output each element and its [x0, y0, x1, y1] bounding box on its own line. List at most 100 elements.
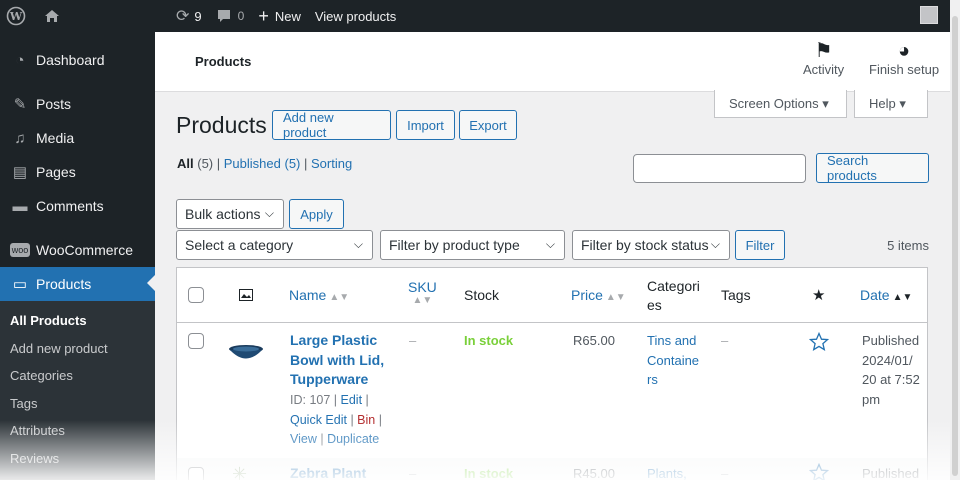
product-type-select[interactable]: Filter by product type ⌵: [380, 230, 565, 260]
sku-value: –: [409, 333, 417, 348]
help-toggle[interactable]: Help ▾: [854, 90, 928, 118]
submenu-reviews[interactable]: Reviews: [0, 445, 155, 473]
bowl-image: [229, 345, 263, 359]
updates-button[interactable]: ⟳ 9: [169, 0, 209, 32]
column-categories-line1: Categori: [647, 278, 700, 294]
column-categories-line2: es: [647, 297, 662, 313]
finish-setup-button[interactable]: ◕ Finish setup: [869, 40, 939, 77]
product-name[interactable]: Zebra Plant: [290, 464, 366, 480]
submenu-all-products[interactable]: All Products: [0, 307, 155, 335]
svg-text:W: W: [9, 10, 23, 23]
sidebar-item-label: Pages: [36, 164, 76, 180]
items-count: 5 items: [887, 238, 929, 253]
sidebar-item-products[interactable]: ▭ Products: [0, 267, 155, 301]
chevron-down-icon: ⌵: [710, 237, 720, 251]
sort-icon: ▲▼: [605, 292, 626, 303]
comment-icon: [217, 10, 230, 22]
submenu-categories[interactable]: Categories: [0, 362, 155, 390]
sort-icon: ▲▼: [329, 292, 350, 303]
sidebar-item-label: Comments: [36, 198, 104, 214]
row-actions: ID: 107 | Edit | Quick Edit | Bin | View…: [290, 393, 382, 446]
comments-count: 0: [237, 9, 245, 23]
submenu-tags[interactable]: Tags: [0, 390, 155, 418]
import-button[interactable]: Import: [396, 110, 455, 140]
edit-link[interactable]: Edit: [341, 393, 363, 407]
chevron-down-icon: ⌵: [353, 237, 363, 251]
product-name[interactable]: Large Plastic Bowl with Lid, Tupperware: [290, 331, 384, 390]
sidebar-item-dashboard[interactable]: ◔ Dashboard: [0, 43, 155, 77]
new-content-button[interactable]: + New: [251, 0, 308, 32]
column-sku-label: SKU: [408, 279, 437, 295]
category-link[interactable]: Tins and Containe rs: [647, 331, 699, 390]
featured-star-outline-icon[interactable]: [809, 463, 829, 480]
submenu-add-new-product[interactable]: Add new product: [0, 335, 155, 363]
pin-icon: ✎: [13, 96, 27, 113]
plus-icon: +: [258, 5, 269, 26]
row-checkbox[interactable]: [188, 467, 204, 480]
category-line: Tins and: [647, 333, 697, 348]
filter-published-link[interactable]: Published: [224, 156, 281, 171]
duplicate-link[interactable]: Duplicate: [327, 432, 379, 446]
column-categories: Categori es: [647, 277, 700, 315]
featured-star-outline-icon[interactable]: [809, 332, 829, 352]
column-date[interactable]: Date ▲▼: [860, 287, 912, 303]
bulk-actions-select[interactable]: Bulk actions ⌵: [176, 199, 284, 229]
column-price-label: Price: [571, 287, 603, 303]
category-select[interactable]: Select a category ⌵: [176, 230, 373, 260]
search-products-button[interactable]: Search products: [816, 153, 929, 183]
chevron-down-icon: ⌵: [545, 237, 555, 251]
product-thumbnail[interactable]: ✳: [232, 464, 247, 480]
search-input[interactable]: [633, 154, 806, 183]
sidebar-item-label: WooCommerce: [36, 242, 133, 258]
view-products-link[interactable]: View products: [308, 0, 403, 32]
filter-button[interactable]: Filter: [735, 230, 785, 260]
wordpress-logo-button[interactable]: W: [0, 0, 33, 32]
add-new-product-button[interactable]: Add new product: [272, 110, 391, 140]
export-button[interactable]: Export: [459, 110, 517, 140]
product-thumbnail[interactable]: [226, 331, 266, 371]
finish-setup-label: Finish setup: [869, 62, 940, 77]
progress-circle-icon: ◕: [898, 40, 911, 62]
column-name[interactable]: Name ▲▼: [289, 287, 349, 303]
submenu-attributes[interactable]: Attributes: [0, 417, 155, 445]
sidebar-item-pages[interactable]: ▤ Pages: [0, 155, 155, 189]
sidebar-item-media[interactable]: ♫ Media: [0, 121, 155, 155]
filter-sorting-link[interactable]: Sorting: [311, 156, 352, 171]
screen-options-toggle[interactable]: Screen Options ▾: [714, 90, 847, 118]
sidebar-item-woocommerce[interactable]: woo WooCommerce: [0, 233, 155, 267]
column-stock: Stock: [464, 287, 500, 303]
sidebar-item-posts[interactable]: ✎ Posts: [0, 87, 155, 121]
admin-sidebar: ◔ Dashboard ✎ Posts ♫ Media ▤ Pages ▬ Co…: [0, 32, 155, 480]
view-link[interactable]: View: [290, 432, 317, 446]
table-row: ✳ Zebra Plant – In stock R45.00 Plants, …: [177, 458, 927, 480]
avatar[interactable]: [920, 6, 938, 24]
site-home-button[interactable]: [37, 0, 67, 32]
category-link[interactable]: Plants,: [647, 464, 687, 480]
stock-status-select[interactable]: Filter by stock status ⌵: [572, 230, 730, 260]
sidebar-item-label: Products: [36, 276, 92, 292]
header-title: Products: [195, 54, 252, 69]
row-checkbox[interactable]: [188, 333, 204, 349]
bulk-actions-value: Bulk actions: [185, 206, 261, 222]
filter-all-link[interactable]: All: [177, 156, 194, 171]
bin-link[interactable]: Bin: [357, 413, 375, 427]
comment-icon: ▬: [12, 197, 28, 215]
column-sku[interactable]: SKU ▲▼: [408, 279, 437, 306]
page-scrollbar[interactable]: [950, 0, 960, 480]
chevron-down-icon: ⌵: [264, 206, 274, 220]
comments-button[interactable]: 0: [209, 0, 252, 32]
activity-button[interactable]: ⚑ Activity: [803, 40, 844, 77]
archive-icon: ▭: [12, 276, 28, 293]
apply-button[interactable]: Apply: [289, 199, 344, 229]
product-id: ID: 107 |: [290, 393, 338, 407]
sku-value: –: [409, 466, 417, 480]
scrollbar-thumb[interactable]: [952, 16, 958, 476]
stock-status: In stock: [464, 466, 514, 480]
products-table: Name ▲▼ SKU ▲▼ Stock Price ▲▼ Categori es …: [176, 267, 928, 480]
select-all-checkbox[interactable]: [188, 287, 204, 303]
sidebar-item-comments[interactable]: ▬ Comments: [0, 189, 155, 223]
column-price[interactable]: Price ▲▼: [571, 287, 626, 303]
media-icon: ♫: [14, 129, 26, 147]
date-value: Published 2024/01/ 20 at 7:52 pm: [862, 331, 920, 409]
quick-edit-link[interactable]: Quick Edit: [290, 413, 347, 427]
